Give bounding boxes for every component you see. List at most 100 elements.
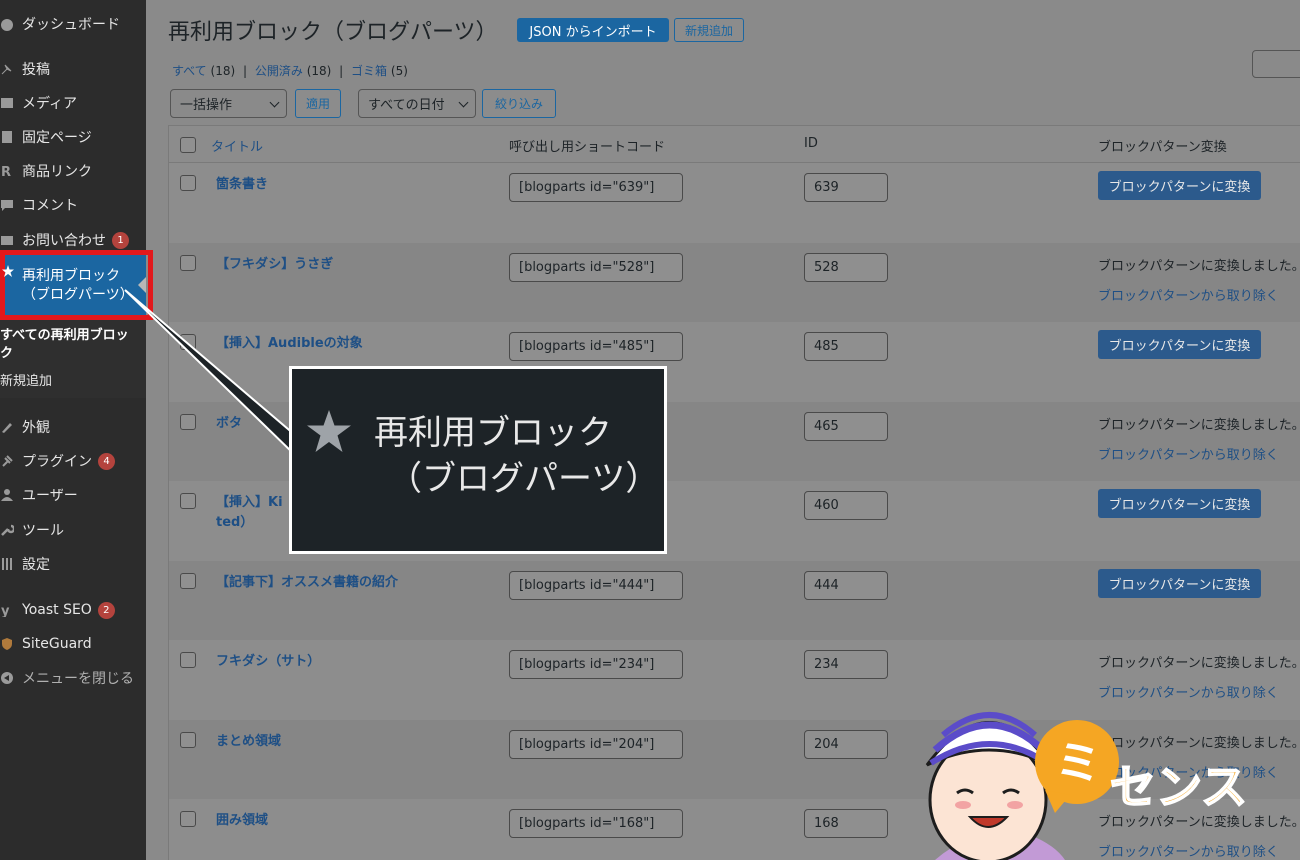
id-field[interactable]: 460 [804,491,888,520]
yoast-icon: y [0,603,14,617]
column-pattern-convert: ブロックパターン変換 [1098,140,1227,155]
r-icon: R [0,164,14,178]
sidebar-item-label: お問い合わせ [22,233,106,249]
bulk-action-value: 一括操作 [180,98,233,113]
sidebar-item-media[interactable]: メディア [0,88,146,118]
user-icon [0,488,14,502]
page-icon [0,130,14,144]
row-checkbox[interactable] [180,175,196,191]
sidebar-item-users[interactable]: ユーザー [0,480,146,510]
sidebar-item-label: 外観 [22,420,50,436]
shortcode-field[interactable]: [blogparts id="234"] [509,650,683,679]
sidebar-collapse-menu[interactable]: メニューを閉じる [0,663,146,693]
id-field[interactable]: 639 [804,173,888,202]
sidebar-item-label: メニューを閉じる [22,671,134,687]
table-row: 【記事下】オススメ書籍の紹介 [blogparts id="444"] 444 ブロッ… [169,561,1300,641]
star-icon [307,410,351,452]
id-field[interactable]: 168 [804,809,888,838]
remove-pattern-link[interactable]: ブロックパターンから取り除く [1098,285,1279,304]
row-checkbox[interactable] [180,811,196,827]
row-title-link[interactable]: 【フキダシ】うさぎ [216,253,333,272]
row-checkbox[interactable] [180,652,196,668]
sidebar-item-dashboard[interactable]: ダッシュボード [0,9,146,39]
sidebar-item-tools[interactable]: ツール [0,515,146,545]
remove-pattern-link[interactable]: ブロックパターンから取り除く [1098,444,1279,463]
sidebar-item-label: 設定 [22,557,50,573]
wrench-icon [0,523,14,537]
sidebar-item-product-links[interactable]: R 商品リンク [0,156,146,186]
row-title-link[interactable]: 囲み領域 [216,809,268,828]
filter-all[interactable]: すべて (18) [172,64,235,78]
sidebar-item-settings[interactable]: 設定 [0,549,146,579]
sidebar-item-yoast[interactable]: y Yoast SEO 2 [0,595,146,625]
sidebar-item-label: SiteGuard [22,636,92,652]
table-header: タイトル 呼び出し用ショートコード ID ブロックパターン変換 [169,126,1300,163]
sidebar-item-pages[interactable]: 固定ページ [0,122,146,152]
sidebar-item-comments[interactable]: コメント [0,190,146,220]
id-field[interactable]: 444 [804,571,888,600]
media-icon [0,96,14,110]
row-title-link[interactable]: 箇条書き [216,173,268,192]
row-title-link[interactable]: フキダシ（サト） [216,650,320,669]
callout-subtitle: （ブログパーツ） [388,459,660,499]
sidebar-item-label: ユーザー [22,488,78,504]
convert-to-pattern-button[interactable]: ブロックパターンに変換 [1098,569,1261,598]
row-checkbox[interactable] [180,493,196,509]
row-checkbox[interactable] [180,573,196,589]
page-title: 再利用ブロック（ブログパーツ） [168,20,498,45]
row-checkbox[interactable] [180,732,196,748]
column-title[interactable]: タイトル [211,136,263,155]
shortcode-field[interactable]: [blogparts id="444"] [509,571,683,600]
callout-title: 再利用ブロック [374,413,612,453]
column-shortcode: 呼び出し用ショートコード [509,140,666,155]
date-filter-select[interactable]: すべての日付 [358,89,476,118]
row-title-link[interactable]: まとめ領域 [216,730,281,749]
sidebar-item-posts[interactable]: 投稿 [0,54,146,84]
search-input[interactable] [1252,50,1300,78]
submenu-add-new[interactable]: 新規追加 [0,370,52,389]
convert-to-pattern-button[interactable]: ブロックパターンに変換 [1098,171,1261,200]
mail-icon [0,233,14,247]
status-filters: すべて (18) | 公開済み (18) | ゴミ箱 (5) [172,62,408,79]
sidebar-item-label: Yoast SEO [22,602,92,618]
converted-status: ブロックパターンに変換しました。 [1098,656,1300,671]
row-title-link[interactable]: 【記事下】オススメ書籍の紹介 [216,571,398,590]
filter-trash[interactable]: ゴミ箱 (5) [351,64,408,78]
shortcode-field[interactable]: [blogparts id="168"] [509,809,683,838]
select-all-checkbox[interactable] [180,137,196,153]
id-field[interactable]: 234 [804,650,888,679]
shield-icon [0,637,14,651]
notification-badge: 1 [112,231,129,249]
filter-published[interactable]: 公開済み (18) [255,64,331,78]
id-field[interactable]: 528 [804,253,888,282]
filter-button[interactable]: 絞り込み [482,89,556,118]
row-title-link-wrap[interactable]: ted） [216,511,253,530]
apply-button[interactable]: 適用 [295,89,341,118]
add-new-button[interactable]: 新規追加 [674,18,744,42]
row-checkbox[interactable] [180,255,196,271]
id-field[interactable]: 485 [804,332,888,361]
id-field[interactable]: 465 [804,412,888,441]
convert-to-pattern-button[interactable]: ブロックパターンに変換 [1098,330,1261,359]
chevron-down-icon [458,97,469,108]
column-id: ID [804,136,818,151]
bulk-action-select[interactable]: 一括操作 [170,89,287,118]
id-field[interactable]: 204 [804,730,888,759]
row-title-link[interactable]: 【挿入】Ki [216,491,283,510]
shortcode-field[interactable]: [blogparts id="204"] [509,730,683,759]
mascot-logo: ミ センス [925,712,1248,860]
sidebar-item-siteguard[interactable]: SiteGuard [0,629,146,659]
svg-text:R: R [1,165,11,178]
shortcode-field[interactable]: [blogparts id="528"] [509,253,683,282]
shortcode-field[interactable]: [blogparts id="639"] [509,173,683,202]
convert-to-pattern-button[interactable]: ブロックパターンに変換 [1098,489,1261,518]
import-json-button[interactable]: JSON からインポート [517,18,669,42]
logo-text: センス [1110,760,1247,814]
callout-pointer [124,289,296,458]
star-icon [2,265,14,277]
svg-text:y: y [1,604,10,617]
submenu-all-reusable-blocks-wrap[interactable]: ク [0,342,13,361]
shortcode-field[interactable]: [blogparts id="485"] [509,332,683,361]
sidebar-item-label: ダッシュボード [22,17,120,33]
sidebar-item-label: コメント [22,198,78,214]
